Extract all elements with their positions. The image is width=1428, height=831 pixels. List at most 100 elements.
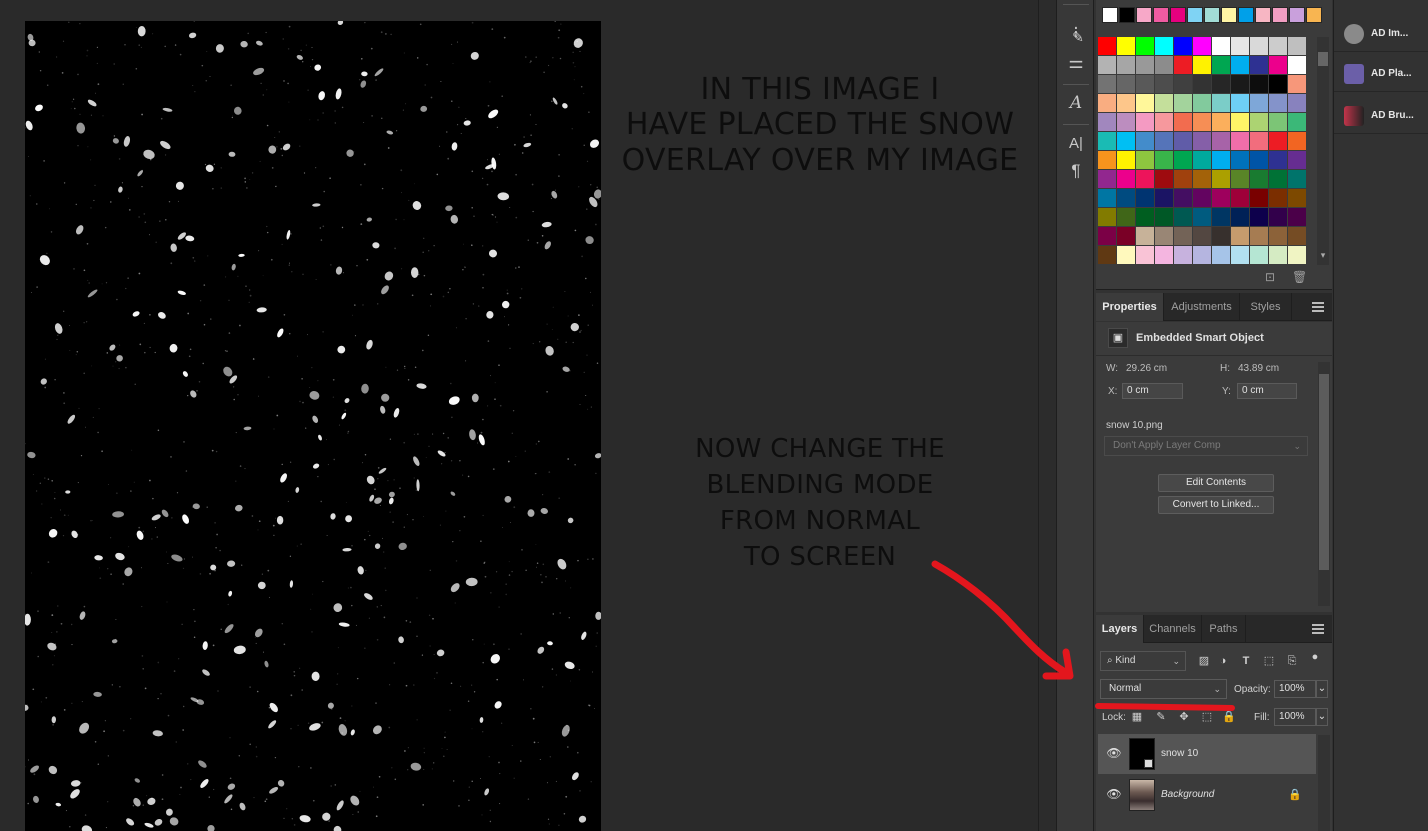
swatch[interactable] xyxy=(1117,170,1135,188)
swatch[interactable] xyxy=(1269,94,1287,112)
swatch[interactable] xyxy=(1187,7,1203,23)
swatch[interactable] xyxy=(1098,227,1116,245)
prevent-autonest-icon[interactable]: ⬚ xyxy=(1200,710,1214,724)
tab-properties[interactable]: Properties xyxy=(1096,293,1164,321)
character-styles-icon[interactable]: A| xyxy=(1065,133,1087,155)
swatch[interactable] xyxy=(1289,7,1305,23)
swatch[interactable] xyxy=(1231,246,1249,264)
lock-position-icon[interactable]: ✥ xyxy=(1177,710,1191,724)
panel-menu-icon[interactable] xyxy=(1312,624,1324,634)
swatch[interactable] xyxy=(1117,246,1135,264)
swatch[interactable] xyxy=(1098,189,1116,207)
swatch[interactable] xyxy=(1136,246,1154,264)
swatch[interactable] xyxy=(1098,94,1116,112)
dock-divider[interactable] xyxy=(1038,0,1056,831)
swatch[interactable] xyxy=(1136,151,1154,169)
swatch[interactable] xyxy=(1288,208,1306,226)
swatch[interactable] xyxy=(1269,113,1287,131)
swatch[interactable] xyxy=(1212,94,1230,112)
shape-filter-icon[interactable]: ⬚ xyxy=(1261,653,1277,669)
swatch[interactable] xyxy=(1269,227,1287,245)
swatch[interactable] xyxy=(1250,227,1268,245)
swatch[interactable] xyxy=(1212,56,1230,74)
document-canvas[interactable]: IN THIS IMAGE I HAVE PLACED THE SNOW OVE… xyxy=(0,0,1038,831)
swatch[interactable] xyxy=(1098,151,1116,169)
trash-icon[interactable]: 🗑 xyxy=(1292,270,1307,284)
swatch[interactable] xyxy=(1098,246,1116,264)
layer-name[interactable]: snow 10 xyxy=(1161,748,1198,759)
swatch[interactable] xyxy=(1193,246,1211,264)
swatch[interactable] xyxy=(1117,94,1135,112)
swatch[interactable] xyxy=(1269,151,1287,169)
swatch[interactable] xyxy=(1288,132,1306,150)
layer-name[interactable]: Background xyxy=(1161,789,1214,800)
paragraph-icon[interactable]: ¶ xyxy=(1065,160,1087,182)
swatch[interactable] xyxy=(1117,151,1135,169)
swatch[interactable] xyxy=(1136,113,1154,131)
swatch[interactable] xyxy=(1136,7,1152,23)
swatch[interactable] xyxy=(1212,132,1230,150)
swatch[interactable] xyxy=(1212,170,1230,188)
layer-filter-kind-select[interactable]: ⌕ Kind ⌄ xyxy=(1100,651,1186,671)
fill-field[interactable]: 100% xyxy=(1274,708,1316,726)
swatch[interactable] xyxy=(1269,246,1287,264)
swatch[interactable] xyxy=(1174,56,1192,74)
visibility-eye-icon[interactable]: 👁 xyxy=(1106,746,1122,760)
swatch[interactable] xyxy=(1098,75,1116,93)
swatches-scroll-thumb[interactable] xyxy=(1318,52,1328,66)
filter-toggle-icon[interactable]: ● xyxy=(1307,649,1323,665)
swatch[interactable] xyxy=(1098,113,1116,131)
swatch[interactable] xyxy=(1193,189,1211,207)
swatch[interactable] xyxy=(1136,75,1154,93)
swatch[interactable] xyxy=(1174,75,1192,93)
swatch[interactable] xyxy=(1193,170,1211,188)
swatch[interactable] xyxy=(1250,151,1268,169)
swatch[interactable] xyxy=(1231,227,1249,245)
swatch[interactable] xyxy=(1193,37,1211,55)
swatch[interactable] xyxy=(1117,75,1135,93)
lock-transparent-pixels-icon[interactable]: ▦ xyxy=(1130,710,1144,724)
image-filter-icon[interactable]: ▨ xyxy=(1196,653,1212,669)
swatch[interactable] xyxy=(1155,94,1173,112)
chevron-down-icon[interactable]: ⌄ xyxy=(1316,708,1328,726)
smart-object-filter-icon[interactable]: ⎘ xyxy=(1284,653,1300,669)
swatch[interactable] xyxy=(1174,113,1192,131)
swatch[interactable] xyxy=(1193,227,1211,245)
swatch[interactable] xyxy=(1212,246,1230,264)
swatch[interactable] xyxy=(1250,189,1268,207)
swatch[interactable] xyxy=(1136,37,1154,55)
type-filter-icon[interactable]: T xyxy=(1238,653,1254,669)
swatch[interactable] xyxy=(1193,132,1211,150)
lock-all-icon[interactable]: 🔒 xyxy=(1222,710,1236,724)
swatch[interactable] xyxy=(1174,151,1192,169)
swatches-scrollbar[interactable] xyxy=(1317,37,1329,265)
swatch[interactable] xyxy=(1098,208,1116,226)
swatch[interactable] xyxy=(1269,56,1287,74)
swatch[interactable] xyxy=(1269,189,1287,207)
swatch[interactable] xyxy=(1193,113,1211,131)
tab-adjustments[interactable]: Adjustments xyxy=(1164,293,1240,321)
swatch[interactable] xyxy=(1231,170,1249,188)
brush-presets-icon[interactable]: ✎ xyxy=(1067,26,1089,48)
swatch[interactable] xyxy=(1136,170,1154,188)
swatch[interactable] xyxy=(1231,56,1249,74)
convert-to-linked-button[interactable]: Convert to Linked... xyxy=(1158,496,1274,514)
swatch[interactable] xyxy=(1155,56,1173,74)
swatch[interactable] xyxy=(1117,189,1135,207)
swatch[interactable] xyxy=(1117,132,1135,150)
side-panel-ad-place[interactable]: AD Pla... xyxy=(1334,56,1428,92)
swatch[interactable] xyxy=(1193,151,1211,169)
swatch[interactable] xyxy=(1231,208,1249,226)
tab-layers[interactable]: Layers xyxy=(1096,615,1144,643)
layer-row-background[interactable]: 👁 Background 🔒 xyxy=(1098,775,1316,815)
swatch[interactable] xyxy=(1174,208,1192,226)
chevron-down-icon[interactable]: ⌄ xyxy=(1316,680,1328,698)
opacity-field[interactable]: 100% xyxy=(1274,680,1316,698)
lock-image-pixels-icon[interactable]: ✎ xyxy=(1154,710,1168,724)
swatch[interactable] xyxy=(1231,189,1249,207)
side-panel-ad-image[interactable]: AD Im... xyxy=(1334,16,1428,52)
x-position-field[interactable]: 0 cm xyxy=(1122,383,1183,399)
swatch[interactable] xyxy=(1231,151,1249,169)
swatch[interactable] xyxy=(1212,208,1230,226)
character-icon[interactable]: A xyxy=(1065,92,1087,114)
